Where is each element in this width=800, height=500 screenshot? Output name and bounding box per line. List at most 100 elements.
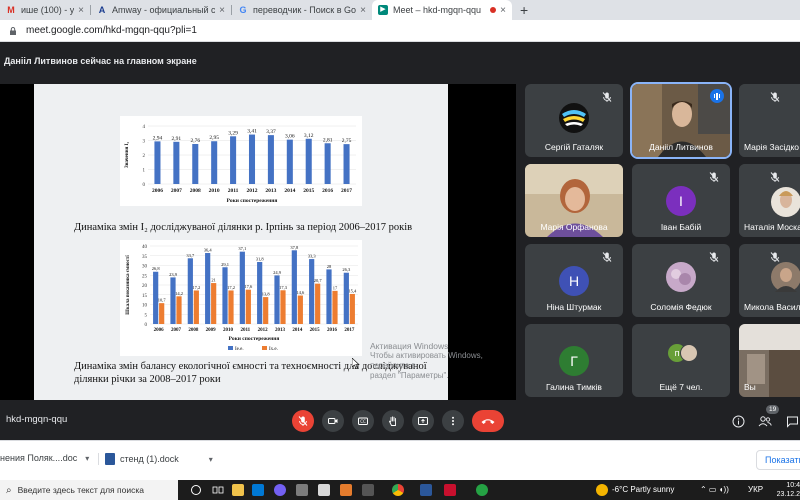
participant-tile-mariia-z[interactable]: Марія Засідко xyxy=(739,84,800,157)
store-icon[interactable] xyxy=(252,484,264,496)
captions-button[interactable]: CC xyxy=(352,410,374,432)
tab-mail[interactable]: M ише (100) - yarad1964@g × xyxy=(0,0,90,20)
svg-text:CC: CC xyxy=(360,419,366,424)
app-icon-2[interactable] xyxy=(340,484,352,496)
meeting-info-button[interactable] xyxy=(730,413,746,429)
data-label: 3,29 xyxy=(228,130,238,136)
tray-icons[interactable]: ⌃ ▭ ◖)) xyxy=(700,485,729,494)
mic-off-icon xyxy=(770,92,780,102)
mouse-cursor-icon xyxy=(352,358,360,369)
download-filename: стенд (1).dock xyxy=(120,454,179,464)
download-item-2[interactable]: стенд (1).dock ▾ xyxy=(98,453,213,465)
address-bar[interactable]: meet.google.com/hkd-mgqn-qqu?pli=1 xyxy=(0,20,800,42)
app-icon-5[interactable] xyxy=(476,484,488,496)
participant-tile-nina[interactable]: Н Ніна Штурмак xyxy=(525,244,623,317)
chevron-down-icon[interactable]: ▾ xyxy=(85,454,89,463)
meeting-code: hkd-mgqn-qqu xyxy=(6,414,68,425)
leave-call-button[interactable] xyxy=(472,410,504,432)
taskbar-clock[interactable]: 10:4 23.12.2 xyxy=(772,481,800,499)
bar-Ix.e.-2016 xyxy=(332,290,338,324)
participant-tile-self[interactable]: Вы xyxy=(739,324,800,397)
keyboard-language[interactable]: УКР xyxy=(748,485,763,494)
x-axis-label: Роки спостереження xyxy=(229,336,280,342)
more-options-button[interactable] xyxy=(442,410,464,432)
y-tick-label: 0 xyxy=(143,183,146,188)
participant-tile-solomiia[interactable]: Соломія Федюк xyxy=(632,244,730,317)
mic-off-icon xyxy=(709,172,719,182)
participant-tile-mariia-o[interactable]: Марія Орфанова xyxy=(525,164,623,237)
x-tick-label: 2017 xyxy=(344,328,355,333)
tab-amway[interactable]: A Amway - официальный сайт и × xyxy=(91,0,231,20)
raise-hand-button[interactable] xyxy=(382,410,404,432)
task-view-icon[interactable] xyxy=(190,484,202,496)
participant-tile-mykola[interactable]: Микола Васил xyxy=(739,244,800,317)
y-tick-label: 35 xyxy=(142,255,148,260)
bar-Ie.e.-2010 xyxy=(222,267,228,324)
participant-tile-halyna[interactable]: Г Галина Тимків xyxy=(525,324,623,397)
participant-tile-nataliia[interactable]: Наталія Моска xyxy=(739,164,800,237)
camera-toggle-button[interactable] xyxy=(322,410,344,432)
file-explorer-icon[interactable] xyxy=(232,484,244,496)
data-label: 26,3 xyxy=(342,267,351,273)
present-screen-button[interactable] xyxy=(412,410,434,432)
task-switcher-icon[interactable] xyxy=(212,484,224,496)
participant-tile-more[interactable]: п Ещё 7 чел. xyxy=(632,324,730,397)
data-label: 3,06 xyxy=(285,134,295,140)
data-label: 37,8 xyxy=(290,245,299,251)
y-tick-label: 5 xyxy=(145,313,148,318)
app-icon[interactable] xyxy=(318,484,330,496)
meet-header: Данііл Литвинов сейчас на главном экране xyxy=(0,42,800,80)
taskbar-search-box[interactable]: ⌕ Введите здесь текст для поиска xyxy=(0,480,178,500)
close-icon[interactable]: × xyxy=(219,5,225,16)
calculator-icon[interactable] xyxy=(296,484,308,496)
data-label: 3,41 xyxy=(247,129,257,135)
x-axis-label: Роки спостереження xyxy=(227,198,278,204)
mic-toggle-button[interactable] xyxy=(292,410,314,432)
people-button[interactable] xyxy=(757,413,773,429)
tab-google-search[interactable]: G переводчик - Поиск в Google × xyxy=(232,0,372,20)
lock-icon xyxy=(10,26,16,35)
chat-button[interactable] xyxy=(784,413,800,429)
watermark-line-2: Чтобы активировать Windows, перейдите в xyxy=(370,351,483,370)
participant-tile-daniil[interactable]: Данііл Литвинов xyxy=(630,82,732,159)
data-label: 3,12 xyxy=(304,133,314,139)
data-label: 31,8 xyxy=(256,256,265,262)
show-all-downloads-button[interactable]: Показать xyxy=(756,450,800,470)
close-icon[interactable]: × xyxy=(360,5,366,16)
chart-i2-svg: 0 1 2 3 4 2,94 2006 2,91 2007 2,76 2008 2,95 2010 3,2… xyxy=(125,125,356,204)
bar-2007 xyxy=(173,141,180,184)
viber-icon[interactable] xyxy=(274,484,286,496)
watermark-line-3: раздел "Параметры". xyxy=(370,371,449,380)
new-tab-button[interactable]: + xyxy=(512,0,536,20)
mic-off-icon xyxy=(602,252,612,262)
participant-tile-ivan[interactable]: I Іван Бабій xyxy=(632,164,730,237)
x-tick-label: 2006 xyxy=(152,188,163,194)
bar-Ie.e.-2007 xyxy=(170,277,176,324)
bar-Ie.e.-2014 xyxy=(291,250,297,324)
x-tick-label: 2016 xyxy=(327,328,338,333)
bar-2013 xyxy=(267,135,274,184)
legend-label: Ix.e. xyxy=(269,347,278,352)
participant-avatar: I xyxy=(666,186,696,216)
weather-text: -6°C Partly sunny xyxy=(612,485,675,494)
app-icon-3[interactable] xyxy=(362,484,374,496)
app-icon-4[interactable] xyxy=(444,484,456,496)
data-label: 28 xyxy=(327,264,332,269)
participant-name: Соломія Федюк xyxy=(650,302,712,312)
participant-name: Наталія Моска xyxy=(744,222,800,232)
data-label: 17,2 xyxy=(192,285,200,291)
participants-count-badge: 19 xyxy=(766,405,780,414)
tab-meet[interactable]: ▶ Meet – hkd-mgqn-qqu × xyxy=(372,0,512,20)
participant-name: Вы xyxy=(744,382,756,392)
word-icon[interactable] xyxy=(420,484,432,496)
bar-Ie.e.-2013 xyxy=(274,275,280,324)
close-icon[interactable]: × xyxy=(78,5,84,16)
chrome-icon[interactable] xyxy=(392,484,404,496)
participant-name: Марія Орфанова xyxy=(540,222,608,232)
bar-2016 xyxy=(324,143,331,184)
chevron-down-icon[interactable]: ▾ xyxy=(209,455,213,464)
people-icon xyxy=(758,415,772,426)
close-icon[interactable]: × xyxy=(500,5,506,16)
download-item-1[interactable]: нения Поляк....doc ▾ xyxy=(0,453,89,463)
participant-tile-serhii[interactable]: Сергій Гаталяк xyxy=(525,84,623,157)
